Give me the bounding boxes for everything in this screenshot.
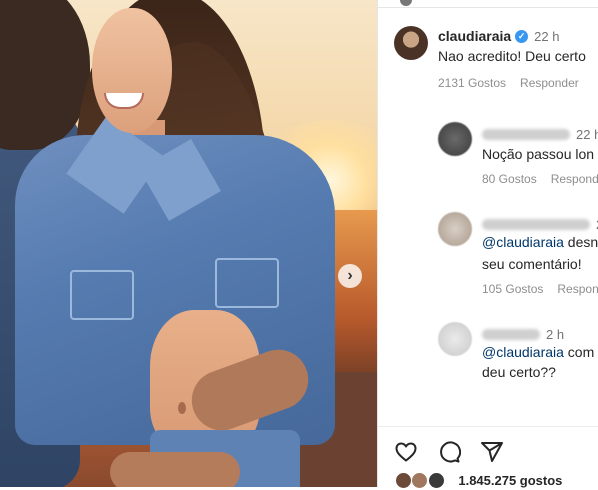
avatar[interactable] <box>438 122 472 156</box>
comment-text: Nao acredito! Deu certo <box>438 48 586 64</box>
reply-button[interactable]: Respond <box>551 172 598 186</box>
mention-link[interactable]: @claudiaraia <box>482 344 564 360</box>
comment-text-line2: deu certo?? <box>482 364 556 380</box>
likes-count[interactable]: 1.845.275 gostos <box>458 473 562 488</box>
comment-time[interactable]: 22 h <box>534 29 559 44</box>
jacket-pocket-left <box>70 270 134 320</box>
avatar[interactable] <box>438 212 472 246</box>
blurred-username[interactable] <box>482 329 540 341</box>
comment-text: Noção passou lon <box>482 146 595 162</box>
comment-likes[interactable]: 2131 Gostos <box>438 76 506 90</box>
navel <box>178 402 186 414</box>
mention-link[interactable]: @claudiaraia <box>482 234 564 250</box>
reply-button[interactable]: Responder <box>520 76 579 90</box>
chevron-right-icon: › <box>347 267 353 284</box>
comment-text-line2: seu comentário! <box>482 256 582 272</box>
comment-username[interactable]: claudiaraia <box>438 28 511 44</box>
comment-time[interactable]: 22 h <box>576 127 598 142</box>
like-button[interactable] <box>394 440 418 469</box>
avatar[interactable] <box>438 322 472 356</box>
blurred-username[interactable] <box>482 129 570 141</box>
comment-text: @claudiaraia com <box>482 342 594 362</box>
jacket-pocket-right <box>215 258 279 308</box>
likes-summary[interactable]: 1.845.275 gostos <box>395 472 562 490</box>
header-strip <box>378 0 598 8</box>
post-photo[interactable]: › <box>0 0 377 487</box>
man-hand <box>110 452 240 487</box>
avatar[interactable] <box>394 26 428 60</box>
comment-likes[interactable]: 80 Gostos <box>482 172 537 186</box>
actions-divider <box>378 426 598 427</box>
comment-text: @claudiaraia desn <box>482 232 598 252</box>
comment-bubble-icon <box>440 441 462 463</box>
carousel-next-button[interactable]: › <box>338 264 362 288</box>
share-button[interactable] <box>480 440 504 469</box>
comments-panel: claudiaraia ✓ 22 h Nao acredito! Deu certo… <box>377 0 598 490</box>
comment-time[interactable]: 2 h <box>546 327 564 342</box>
heart-icon <box>395 442 417 462</box>
comment-button[interactable] <box>437 440 462 469</box>
paper-plane-icon <box>481 442 503 462</box>
comment-text-rest: desn <box>563 234 598 250</box>
header-divider <box>378 7 598 8</box>
comment-likes[interactable]: 105 Gostos <box>482 282 543 296</box>
verified-badge-icon: ✓ <box>515 30 529 44</box>
reply-button[interactable]: Respon <box>557 282 598 296</box>
comment-text-rest: com <box>563 344 595 360</box>
blurred-username[interactable] <box>482 219 590 231</box>
header-avatar[interactable] <box>400 0 412 6</box>
woman-face <box>92 8 172 133</box>
